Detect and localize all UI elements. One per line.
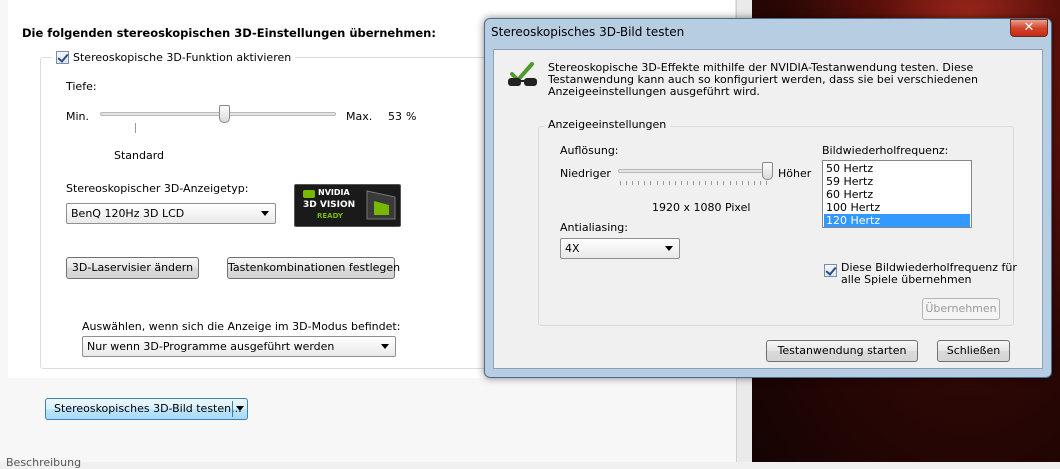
slider-tick (686, 181, 688, 185)
resolution-slider-thumb[interactable] (762, 162, 773, 180)
refresh-rate-option[interactable]: 60 Hertz (824, 188, 970, 201)
depth-label: Tiefe: (66, 80, 97, 93)
badge-line2: READY (317, 212, 343, 220)
depth-min-label: Min. (66, 110, 90, 123)
slider-tick (662, 181, 664, 185)
resolution-slider-track[interactable] (618, 169, 770, 173)
depth-slider-track[interactable] (100, 112, 336, 116)
chevron-down-icon (665, 246, 673, 251)
3d-vision-logo-icon (366, 190, 396, 220)
slider-tick (656, 181, 658, 185)
laser-sight-button[interactable]: 3D-Laservisier ändern (66, 257, 199, 279)
test-3d-dialog: Stereoskopisches 3D-Bild testen ✕ Stereo… (484, 18, 1052, 378)
hotkeys-button[interactable]: Tastenkombinationen festlegen (227, 257, 400, 279)
antialiasing-label: Antialiasing: (560, 221, 628, 234)
slider-tick (693, 181, 694, 185)
start-test-button[interactable]: Testanwendung starten (766, 340, 918, 362)
chevron-down-icon (261, 211, 269, 216)
slider-tick (668, 181, 670, 185)
slider-tick (717, 181, 719, 185)
resolution-label: Auflösung: (560, 144, 619, 157)
chevron-down-icon[interactable] (236, 406, 244, 411)
badge-brand: NVIDIA (318, 188, 350, 197)
chevron-down-icon (381, 344, 389, 349)
apply-all-games-checkbox[interactable] (824, 264, 837, 277)
nvidia-eye-icon (303, 190, 315, 198)
depth-unit: % (406, 110, 417, 123)
resolution-high-label: Höher (778, 167, 812, 180)
3d-glasses-check-icon (508, 62, 537, 86)
dialog-title: Stereoskopisches 3D-Bild testen (491, 25, 685, 39)
slider-tick (650, 181, 652, 185)
slider-tick (644, 181, 646, 185)
depth-standard-label: Standard (114, 149, 165, 162)
slider-tick (735, 181, 737, 185)
mode-value: Nur wenn 3D-Programme ausgeführt werden (87, 340, 335, 353)
slider-tick (620, 181, 621, 185)
test-3d-button-label: Stereoskopisches 3D-Bild testen... (54, 402, 242, 415)
settings-heading: Die folgenden stereoskopischen 3D-Einste… (22, 26, 436, 40)
slider-tick (753, 181, 755, 185)
close-icon[interactable]: ✕ (1010, 19, 1048, 37)
refresh-rate-option[interactable]: 120 Hertz (824, 214, 970, 227)
display-type-value: BenQ 120Hz 3D LCD (71, 207, 185, 220)
slider-tick (705, 181, 707, 185)
depth-standard-tick (135, 123, 136, 133)
slider-tick (626, 181, 628, 185)
slider-tick (699, 181, 701, 185)
resolution-low-label: Niedriger (560, 167, 611, 180)
mode-label: Auswählen, wenn sich die Anzeige im 3D-M… (82, 320, 401, 333)
close-button[interactable]: Schließen (937, 340, 1010, 362)
refresh-rate-listbox[interactable]: 50 Hertz 59 Hertz 60 Hertz 100 Hertz 120 Her… (822, 160, 972, 228)
accept-button[interactable]: Übernehmen (922, 298, 1000, 320)
antialiasing-dropdown[interactable]: 4X (560, 238, 680, 259)
depth-value: 53 (388, 110, 402, 123)
footer-description: Beschreibung (6, 456, 82, 469)
dialog-body: Stereoskopische 3D-Effekte mithilfe der … (493, 49, 1043, 369)
slider-tick (741, 181, 743, 185)
slider-tick (723, 181, 725, 185)
depth-max-label: Max. (346, 110, 373, 123)
slider-tick (711, 181, 713, 185)
antialiasing-value: 4X (565, 242, 580, 255)
slider-tick (638, 181, 640, 185)
display-settings-legend: Anzeigeeinstellungen (544, 118, 671, 131)
badge-line1: 3D VISION (303, 200, 356, 210)
slider-tick (680, 181, 682, 185)
slider-tick (759, 181, 761, 185)
display-type-dropdown[interactable]: BenQ 120Hz 3D LCD (66, 203, 276, 224)
enable-3d-checkbox-row[interactable]: Stereoskopische 3D-Funktion aktivieren (52, 51, 296, 64)
slider-tick (729, 181, 731, 185)
test-3d-split-button[interactable]: Stereoskopisches 3D-Bild testen... (45, 398, 248, 420)
split-divider (232, 401, 233, 417)
slider-tick (747, 181, 749, 185)
slider-tick (674, 181, 676, 185)
apply-all-games-line2: alle Spiele übernehmen (841, 273, 972, 286)
slider-tick (766, 181, 767, 185)
enable-3d-label: Stereoskopische 3D-Funktion aktivieren (73, 51, 292, 64)
refresh-rate-option[interactable]: 59 Hertz (824, 175, 970, 188)
mode-dropdown[interactable]: Nur wenn 3D-Programme ausgeführt werden (82, 336, 396, 357)
resolution-ticks (620, 181, 767, 185)
resolution-value: 1920 x 1080 Pixel (652, 201, 751, 214)
apply-all-games-label: Diese Bildwiederholfrequenz für alle Spi… (841, 262, 1017, 286)
enable-3d-checkbox[interactable] (56, 51, 69, 64)
dialog-intro: Stereoskopische 3D-Effekte mithilfe der … (548, 61, 978, 98)
refresh-rate-option[interactable]: 100 Hertz (824, 201, 970, 214)
nvidia-3d-vision-badge: NVIDIA 3D VISION READY (294, 184, 401, 227)
depth-slider-thumb[interactable] (219, 105, 230, 123)
refresh-rate-option[interactable]: 50 Hertz (824, 162, 970, 175)
display-type-label: Stereoskopischer 3D-Anzeigetyp: (66, 182, 249, 195)
apply-all-games-checkbox-row[interactable]: Diese Bildwiederholfrequenz für alle Spi… (824, 262, 1017, 286)
slider-tick (632, 181, 634, 185)
refresh-rate-label: Bildwiederholfrequenz: (822, 144, 949, 157)
